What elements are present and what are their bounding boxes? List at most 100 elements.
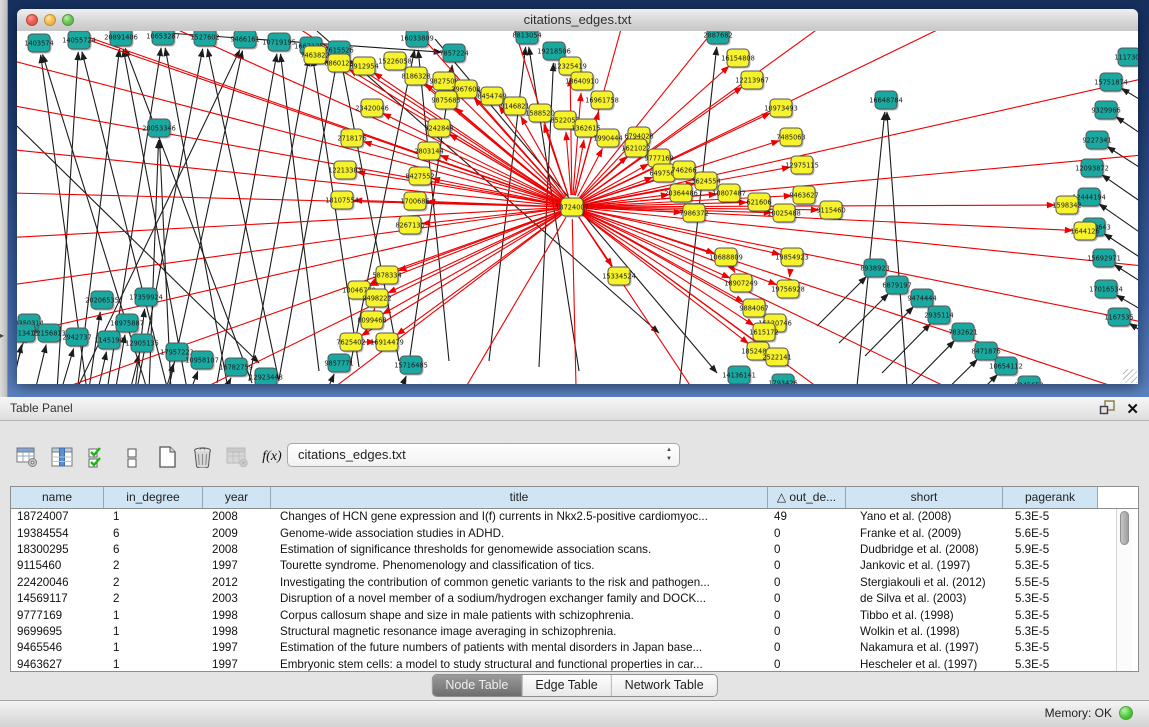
- graph-node[interactable]: 2803144: [414, 142, 443, 162]
- graph-node[interactable]: 1990444: [593, 129, 622, 149]
- graph-node[interactable]: 10973493: [764, 99, 798, 119]
- citation-edge-black[interactable]: [907, 341, 955, 384]
- graph-node[interactable]: 8813054: [512, 31, 541, 46]
- table-row[interactable]: 969969511998Structural magnetic resonanc…: [11, 624, 1138, 640]
- graph-node[interactable]: 9875685: [431, 91, 460, 111]
- citation-edge-black[interactable]: [949, 374, 998, 384]
- graph-node[interactable]: 9498222: [362, 289, 391, 309]
- citation-edge-red[interactable]: [437, 217, 566, 384]
- window-titlebar[interactable]: citations_edges.txt: [17, 9, 1138, 32]
- column-header-pagerank[interactable]: pagerank: [1003, 487, 1098, 508]
- graph-node[interactable]: 10025488: [767, 204, 801, 224]
- table-settings-icon[interactable]: [14, 444, 40, 470]
- table-row[interactable]: 946554611997Estimation of the future num…: [11, 640, 1138, 656]
- graph-node[interactable]: 20206535: [85, 291, 119, 311]
- function-fx-icon[interactable]: f(x): [259, 444, 285, 470]
- graph-node[interactable]: 16782759: [219, 358, 253, 378]
- table-row[interactable]: 911546021997Tourette syndrome. Phenomeno…: [11, 558, 1138, 574]
- graph-node[interactable]: 1793426: [768, 374, 797, 384]
- window-resize-grip[interactable]: [1123, 369, 1137, 383]
- graph-node[interactable]: 1117305: [1114, 48, 1138, 68]
- new-document-icon[interactable]: [154, 444, 180, 470]
- graph-node[interactable]: 17016534: [1089, 280, 1123, 300]
- float-window-icon[interactable]: [1099, 400, 1116, 420]
- column-header-year[interactable]: year: [203, 487, 271, 508]
- citation-edge-black[interactable]: [1107, 146, 1138, 176]
- citation-edge-black[interactable]: [1129, 323, 1138, 353]
- citation-edge-black[interactable]: [217, 54, 277, 383]
- citation-edge-black[interactable]: [189, 371, 198, 384]
- citation-edge-black[interactable]: [817, 276, 867, 326]
- table-row[interactable]: 977716911998Corpus callosum shape and si…: [11, 607, 1138, 623]
- citation-edge-black[interactable]: [82, 52, 167, 384]
- citation-edge-red[interactable]: [789, 269, 790, 277]
- graph-node[interactable]: 7832621: [948, 323, 977, 343]
- graph-node[interactable]: 14055724: [62, 31, 96, 51]
- graph-node[interactable]: 16914479: [370, 333, 404, 353]
- column-header-out_degree[interactable]: △ out_de...: [768, 487, 846, 508]
- citation-edge-red[interactable]: [579, 217, 717, 384]
- left-splitter[interactable]: ▸: [0, 0, 8, 397]
- graph-node[interactable]: 8267130: [395, 216, 424, 236]
- graph-node[interactable]: 8938923: [860, 259, 889, 279]
- citation-edge-red[interactable]: [570, 78, 572, 195]
- graph-node[interactable]: 10653287: [146, 31, 180, 47]
- citation-edge-black[interactable]: [1116, 117, 1138, 146]
- column-header-name[interactable]: name: [11, 487, 104, 508]
- graph-node[interactable]: 5878334: [372, 266, 401, 286]
- graph-node[interactable]: 20364486: [664, 184, 698, 204]
- table-row[interactable]: 946362711997Embryonic stem cells: a mode…: [11, 657, 1138, 672]
- graph-node[interactable]: 9857771: [324, 354, 353, 374]
- table-row[interactable]: 1872400712008Changes of HCN gene express…: [11, 509, 1138, 525]
- graph-node[interactable]: 10719195: [262, 33, 296, 53]
- citation-edge-black[interactable]: [887, 112, 907, 384]
- graph-node[interactable]: 2942737: [62, 328, 91, 348]
- close-panel-icon[interactable]: ✕: [1126, 402, 1139, 418]
- graph-node[interactable]: 2887682: [703, 31, 732, 46]
- scrollbar-thumb[interactable]: [1120, 511, 1129, 545]
- graph-node[interactable]: 7986372: [679, 204, 708, 224]
- graph-node[interactable]: 1167535: [1104, 308, 1133, 328]
- graph-node[interactable]: 10688809: [709, 248, 743, 268]
- graph-node[interactable]: 16033809: [400, 31, 434, 49]
- table-row[interactable]: 1456911722003Disruption of a novel membe…: [11, 591, 1138, 607]
- citation-edge-red[interactable]: [422, 208, 560, 223]
- graph-node[interactable]: 7625402: [336, 333, 365, 353]
- graph-node[interactable]: 2522141: [762, 348, 791, 368]
- select-all-icon[interactable]: [84, 444, 110, 470]
- column-header-title[interactable]: title: [271, 487, 768, 508]
- graph-node[interactable]: 15692971: [1087, 249, 1121, 269]
- citation-edge-red[interactable]: [572, 219, 577, 384]
- graph-node[interactable]: 1145194: [94, 331, 123, 351]
- graph-node[interactable]: 8186328: [401, 67, 430, 87]
- network-canvas-container[interactable]: 1403574140557242089140610653287152760294…: [17, 31, 1138, 384]
- graph-node[interactable]: 17359924: [129, 288, 163, 308]
- citation-edge-black[interactable]: [125, 48, 252, 383]
- graph-node[interactable]: 6879197: [882, 276, 911, 296]
- citation-edge-black[interactable]: [61, 349, 74, 384]
- graph-node[interactable]: 1644126: [1070, 222, 1099, 242]
- citation-edge-black[interactable]: [97, 352, 106, 384]
- unselect-all-icon[interactable]: [119, 444, 145, 470]
- graph-node[interactable]: 16961758: [585, 91, 619, 111]
- tab-node-table[interactable]: Node Table: [432, 675, 521, 696]
- tab-edge-table[interactable]: Edge Table: [521, 675, 610, 696]
- citation-edge-red[interactable]: [449, 134, 561, 201]
- citation-edge-black[interactable]: [857, 112, 885, 384]
- table-select-dropdown[interactable]: citations_edges.txt ▲▼: [287, 443, 680, 467]
- graph-node[interactable]: 9463627: [789, 186, 818, 206]
- graph-node[interactable]: 9329966: [1091, 101, 1120, 121]
- graph-node[interactable]: 9245652: [1014, 376, 1043, 384]
- citation-edge-red[interactable]: [582, 214, 877, 384]
- graph-node[interactable]: 9227341: [1082, 131, 1111, 151]
- citation-edge-black[interactable]: [35, 345, 46, 384]
- citation-edge-red[interactable]: [566, 132, 571, 195]
- graph-node[interactable]: 1598342: [1052, 196, 1081, 216]
- graph-node[interactable]: 23420046: [355, 99, 389, 119]
- graph-node[interactable]: 15751874: [1094, 73, 1128, 93]
- graph-node[interactable]: 14136141: [722, 366, 756, 384]
- graph-node[interactable]: 16154808: [721, 49, 755, 69]
- graph-node[interactable]: 12923448: [249, 368, 283, 384]
- graph-node[interactable]: 2718176: [337, 129, 366, 149]
- citation-edge-black[interactable]: [1102, 175, 1138, 206]
